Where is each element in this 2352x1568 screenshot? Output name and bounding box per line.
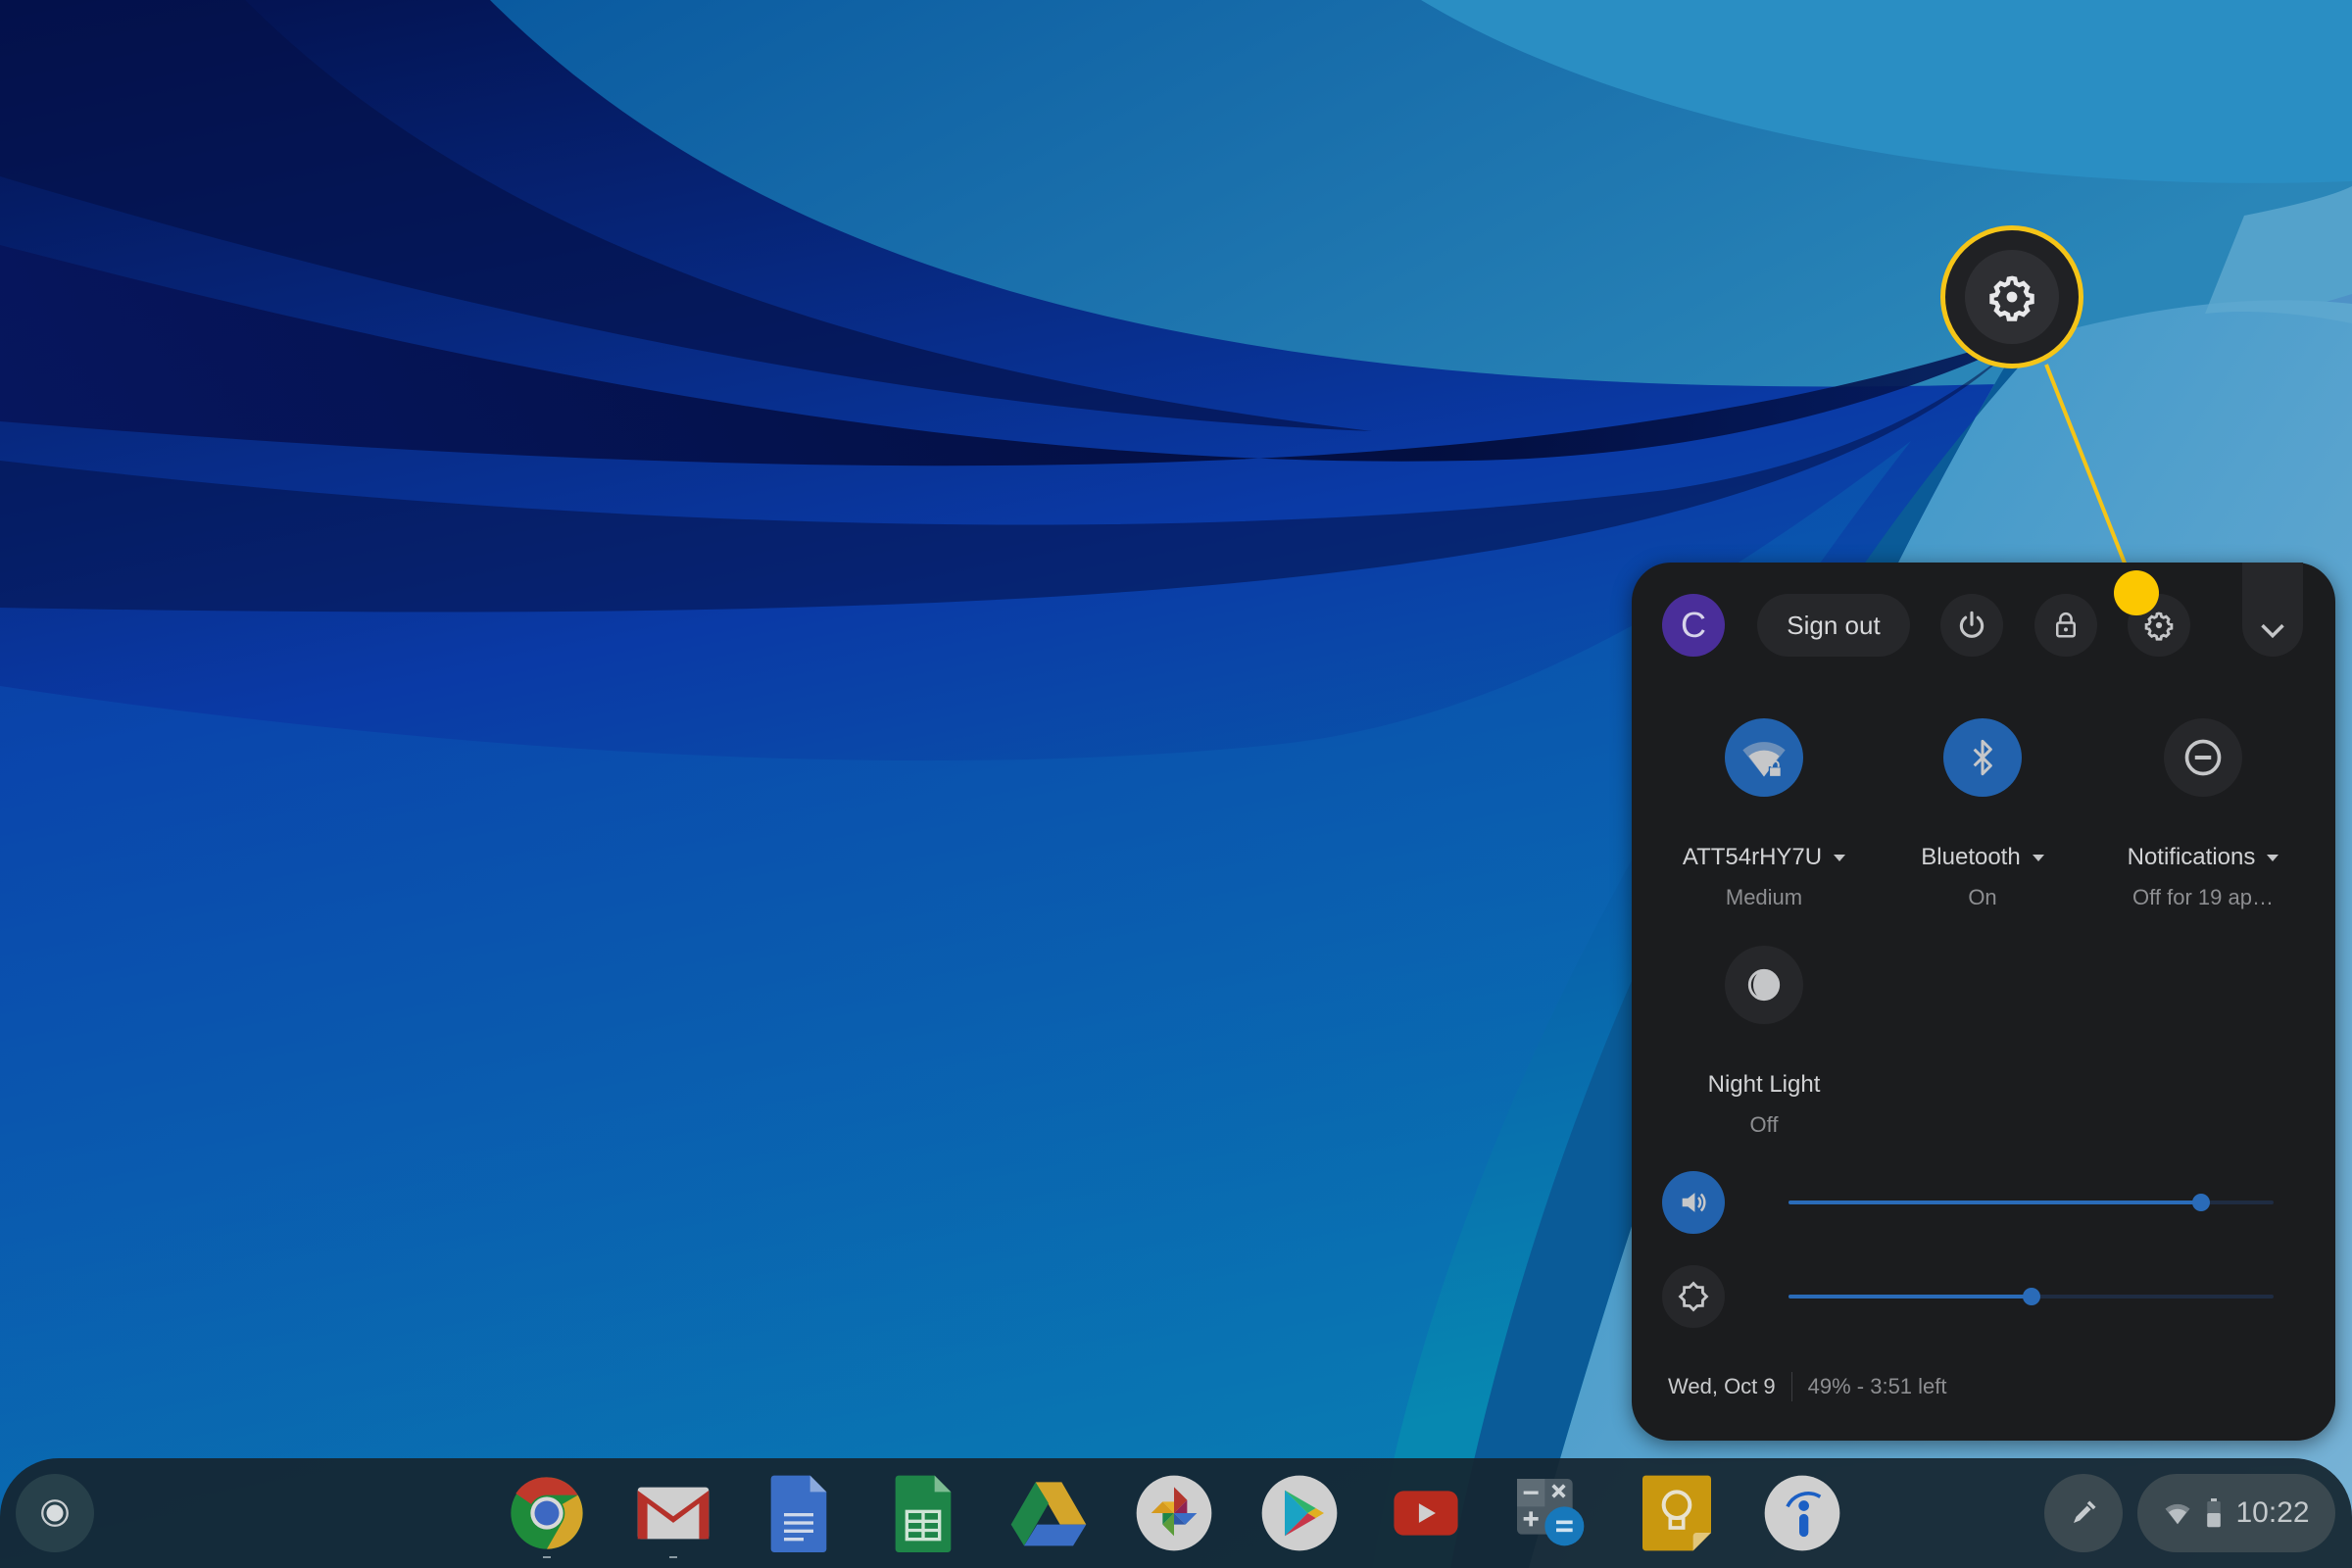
bluetooth-icon — [1973, 739, 1992, 776]
shelf-app-info[interactable] — [1761, 1472, 1843, 1554]
shelf-app-drive[interactable] — [1007, 1472, 1090, 1554]
user-avatar[interactable]: C — [1662, 594, 1725, 657]
battery-icon — [2207, 1498, 2222, 1528]
chevron-down-icon — [2261, 623, 2284, 639]
dropdown-caret-icon — [1834, 854, 1846, 861]
running-indicator — [543, 1556, 551, 1558]
mute-button[interactable] — [1662, 1171, 1725, 1234]
night-light-status: Off — [1749, 1112, 1779, 1137]
volume-icon — [1682, 1193, 1706, 1212]
lock-button[interactable] — [2034, 594, 2097, 657]
shelf-app-gmail[interactable] — [632, 1472, 714, 1558]
shelf-app-chrome[interactable] — [506, 1472, 588, 1558]
do-not-disturb-icon — [2184, 739, 2222, 776]
shelf-app-play-store[interactable] — [1258, 1472, 1341, 1554]
running-indicator — [669, 1556, 677, 1558]
wifi-network-name[interactable]: ATT54rHY7U — [1656, 844, 1872, 871]
play-store-icon — [1261, 1475, 1338, 1551]
wifi-lock-icon — [1742, 742, 1786, 778]
launcher-icon — [41, 1499, 69, 1527]
notifications-label: Notifications — [2127, 844, 2256, 870]
volume-slider[interactable] — [1788, 1194, 2274, 1211]
stylus-tools-button[interactable] — [2044, 1474, 2123, 1552]
notifications-tile[interactable]: Notifications Off for 19 ap… — [2095, 718, 2311, 910]
gear-icon — [1989, 275, 2034, 321]
dropdown-caret-icon — [2267, 854, 2279, 861]
status-area-button[interactable]: 10:22 — [2137, 1474, 2335, 1552]
wifi-tile[interactable]: ATT54rHY7U Medium — [1656, 718, 1872, 910]
shelf-app-youtube[interactable] — [1385, 1472, 1467, 1554]
avatar-initial: C — [1681, 605, 1706, 645]
info-app-icon — [1764, 1475, 1840, 1551]
power-button[interactable] — [1940, 594, 2003, 657]
night-light-tile[interactable]: Night Light Off — [1656, 946, 1872, 1138]
date-label[interactable]: Wed, Oct 9 — [1668, 1374, 1776, 1399]
shelf-app-keep[interactable] — [1636, 1472, 1718, 1554]
brightness-slider-thumb[interactable] — [2022, 1288, 2040, 1305]
volume-slider-thumb[interactable] — [2191, 1194, 2210, 1211]
callout-pointer-dot — [2114, 570, 2159, 615]
brightness-icon — [1678, 1281, 1709, 1312]
photos-icon — [1136, 1475, 1212, 1551]
notifications-status: Off for 19 ap… — [2132, 885, 2274, 909]
dropdown-caret-icon — [2032, 854, 2044, 861]
battery-status[interactable]: 49% - 3:51 left — [1808, 1374, 1947, 1399]
bluetooth-label: Bluetooth — [1921, 844, 2021, 870]
drive-icon — [1010, 1482, 1087, 1546]
calculator-icon — [1517, 1479, 1585, 1546]
brightness-slider[interactable] — [1788, 1288, 2274, 1305]
quick-settings-panel: C Sign out ATT54rHY7U Medium Bluetooth O… — [1632, 563, 2335, 1441]
wifi-signal-strength: Medium — [1725, 885, 1803, 909]
lock-icon — [2056, 612, 2076, 638]
shelf: 10:22 — [0, 1458, 2352, 1568]
night-light-label: Night Light — [1656, 1071, 1872, 1099]
sheets-icon — [895, 1475, 952, 1552]
callout-magnifier — [1940, 225, 2083, 368]
shelf-app-docs[interactable] — [758, 1472, 840, 1554]
sign-out-label: Sign out — [1787, 610, 1881, 640]
footer-divider — [1790, 1372, 1792, 1401]
sign-out-button[interactable]: Sign out — [1757, 594, 1910, 657]
notifications-toggle[interactable] — [2164, 718, 2242, 797]
bluetooth-status: On — [1968, 885, 1997, 909]
shelf-app-sheets[interactable] — [882, 1472, 964, 1554]
volume-slider-fill — [1788, 1200, 2201, 1204]
chrome-icon — [511, 1477, 583, 1549]
wifi-icon — [2165, 1503, 2190, 1525]
shelf-app-photos[interactable] — [1133, 1472, 1215, 1554]
night-light-text: Night Light — [1707, 1071, 1821, 1098]
youtube-icon — [1394, 1491, 1458, 1536]
bluetooth-label-row[interactable]: Bluetooth — [1875, 844, 2090, 871]
tray-footer: Wed, Oct 9 49% - 3:51 left — [1668, 1372, 1947, 1401]
stylus-icon — [2074, 1500, 2096, 1523]
gmail-icon — [637, 1487, 710, 1540]
notifications-label-row[interactable]: Notifications — [2095, 844, 2311, 871]
clock: 10:22 — [2235, 1496, 2310, 1529]
wifi-label: ATT54rHY7U — [1682, 844, 1823, 870]
brightness-button[interactable] — [1662, 1265, 1725, 1328]
gear-icon — [2144, 612, 2174, 641]
bluetooth-toggle[interactable] — [1943, 718, 2022, 797]
power-icon — [1959, 611, 1984, 638]
collapse-button[interactable] — [2242, 563, 2303, 657]
night-light-toggle[interactable] — [1725, 946, 1803, 1024]
night-light-icon — [1747, 968, 1781, 1002]
callout-settings-button — [1965, 250, 2059, 344]
bluetooth-tile[interactable]: Bluetooth On — [1875, 718, 2090, 910]
shelf-app-calculator[interactable] — [1510, 1472, 1592, 1554]
keep-icon — [1642, 1475, 1711, 1551]
wifi-toggle[interactable] — [1725, 718, 1803, 797]
launcher-button[interactable] — [16, 1474, 94, 1552]
docs-icon — [770, 1475, 827, 1552]
brightness-slider-fill — [1788, 1295, 2032, 1298]
